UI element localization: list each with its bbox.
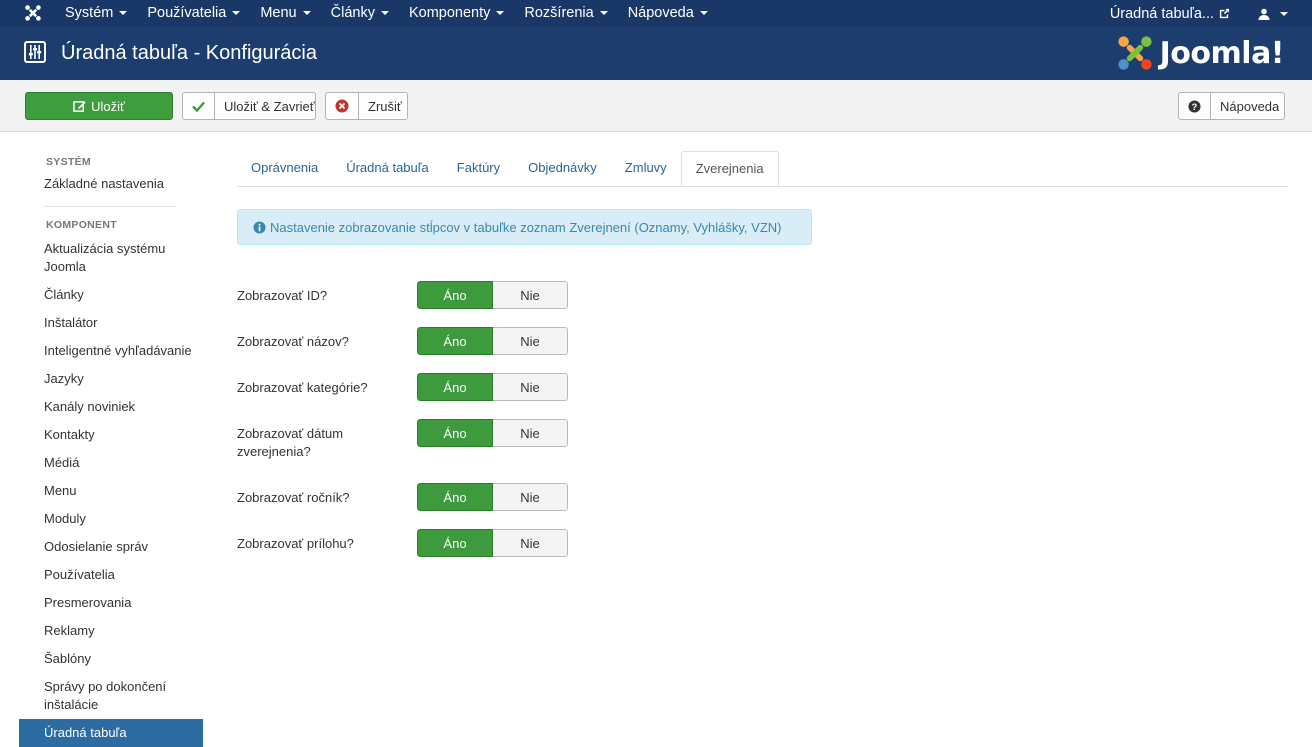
info-alert: Nastavenie zobrazovanie stĺpcov v tabuľk… — [237, 209, 812, 245]
sidebar-item-contacts[interactable]: Kontakty — [19, 421, 203, 449]
save-close-button[interactable]: Uložiť & Zavrieť — [182, 92, 316, 120]
show-id-yes-button[interactable]: Áno — [417, 281, 493, 309]
cancel-circle-icon — [335, 99, 349, 113]
tab-orders[interactable]: Objednávky — [514, 151, 611, 185]
field-label: Zobrazovať ročník? — [237, 490, 350, 505]
sidebar: SYSTÉM Základné nastavenia KOMPONENT Akt… — [19, 150, 203, 747]
sidebar-item-modules[interactable]: Moduly — [19, 505, 203, 533]
sidebar-divider — [44, 206, 176, 207]
tab-contracts[interactable]: Zmluvy — [611, 151, 681, 185]
sidebar-item-menus[interactable]: Menu — [19, 477, 203, 505]
caret-down-icon — [599, 11, 608, 16]
page-title: Úradná tabuľa - Konfigurácia — [61, 42, 317, 64]
show-title-yes-button[interactable]: Áno — [417, 327, 493, 355]
caret-down-icon — [380, 11, 389, 16]
field-label: Zobrazovať prílohu? — [237, 536, 354, 551]
show-title-toggle: Áno Nie — [417, 327, 568, 355]
show-year-toggle: Áno Nie — [417, 483, 568, 511]
menu-users[interactable]: Používatelia — [147, 0, 241, 27]
sidebar-item-banners[interactable]: Reklamy — [19, 617, 203, 645]
menu-help[interactable]: Nápoveda — [628, 0, 708, 27]
sidebar-item-uradna-tabula[interactable]: Úradná tabuľa — [19, 719, 203, 747]
help-button[interactable]: ? Nápoveda — [1178, 92, 1285, 120]
cancel-button[interactable]: Zrušiť — [325, 92, 408, 120]
field-label: Zobrazovať dátum zverejnenia? — [237, 426, 344, 459]
show-category-yes-button[interactable]: Áno — [417, 373, 493, 401]
show-category-no-button[interactable]: Nie — [493, 373, 568, 401]
menu-articles[interactable]: Články — [331, 0, 389, 27]
show-attachment-yes-button[interactable]: Áno — [417, 529, 493, 557]
show-publish-date-no-button[interactable]: Nie — [493, 419, 568, 447]
sidebar-item-languages[interactable]: Jazyky — [19, 365, 203, 393]
sidebar-item-articles[interactable]: Články — [19, 281, 203, 309]
save-button[interactable]: Uložiť — [25, 92, 173, 120]
tab-permissions[interactable]: Oprávnenia — [237, 151, 332, 185]
show-id-toggle: Áno Nie — [417, 281, 568, 309]
show-publish-date-toggle: Áno Nie — [417, 419, 568, 447]
caret-down-icon — [699, 11, 708, 16]
sidebar-heading-component: KOMPONENT — [46, 219, 117, 231]
show-category-toggle: Áno Nie — [417, 373, 568, 401]
menu-system[interactable]: Systém — [65, 0, 128, 27]
svg-text:?: ? — [1192, 101, 1198, 111]
show-id-no-button[interactable]: Nie — [493, 281, 568, 309]
top-navbar: Systém Používatelia Menu Články Komponen… — [0, 0, 1312, 27]
topnav-right: Úradná tabuľa... — [1110, 0, 1312, 27]
sidebar-item-templates[interactable]: Šablóny — [19, 645, 203, 673]
check-icon — [192, 101, 205, 112]
sidebar-item-newsfeeds[interactable]: Kanály noviniek — [19, 393, 203, 421]
show-year-yes-button[interactable]: Áno — [417, 483, 493, 511]
sidebar-item-global-config[interactable]: Základné nastavenia — [19, 170, 203, 198]
sidebar-item-postinstall[interactable]: Správy po dokončení inštalácie — [19, 673, 203, 719]
equalizer-icon — [24, 41, 46, 63]
question-icon: ? — [1188, 99, 1201, 113]
tab-uradna-tabula[interactable]: Úradná tabuľa — [332, 151, 443, 185]
sidebar-item-media[interactable]: Médiá — [19, 449, 203, 477]
show-attachment-no-button[interactable]: Nie — [493, 529, 568, 557]
joomla-logo: Joomla! — [1116, 34, 1285, 72]
menu-menus[interactable]: Menu — [260, 0, 311, 27]
sidebar-heading-system: SYSTÉM — [46, 156, 91, 168]
menu-extensions[interactable]: Rozšírenia — [524, 0, 608, 27]
site-link[interactable]: Úradná tabuľa... — [1110, 6, 1230, 22]
caret-down-icon — [232, 11, 241, 16]
show-attachment-toggle: Áno Nie — [417, 529, 568, 557]
menu-components[interactable]: Komponenty — [409, 0, 505, 27]
edit-icon — [73, 100, 86, 112]
toolbar: Uložiť Uložiť & Zavrieť Zrušiť ? Nápoved… — [0, 80, 1312, 132]
user-menu[interactable] — [1258, 8, 1288, 20]
user-icon — [1258, 8, 1270, 20]
info-alert-text: Nastavenie zobrazovanie stĺpcov v tabuľk… — [270, 219, 782, 235]
caret-down-icon — [119, 11, 128, 16]
field-label: Zobrazovať názov? — [237, 334, 349, 349]
caret-down-icon — [496, 11, 505, 16]
joomla-logo-icon — [1118, 36, 1152, 70]
field-label: Zobrazovať kategórie? — [237, 380, 368, 395]
sidebar-item-redirects[interactable]: Presmerovania — [19, 589, 203, 617]
sidebar-item-users[interactable]: Používatelia — [19, 561, 203, 589]
sidebar-item-smart-search[interactable]: Inteligentné vyhľadávanie — [19, 337, 203, 365]
title-bar: Úradná tabuľa - Konfigurácia Joomla! — [0, 27, 1312, 80]
field-label: Zobrazovať ID? — [237, 288, 328, 303]
joomla-mini-icon[interactable] — [24, 4, 42, 22]
tab-invoices[interactable]: Faktúry — [443, 151, 514, 185]
show-title-no-button[interactable]: Nie — [493, 327, 568, 355]
brand-name: Joomla! — [1159, 35, 1285, 71]
external-link-icon — [1219, 8, 1230, 19]
caret-down-icon — [302, 11, 311, 16]
sidebar-item-joomla-update[interactable]: Aktualizácia systému Joomla — [19, 235, 203, 281]
main-menu: Systém Používatelia Menu Články Komponen… — [65, 0, 728, 27]
sidebar-item-installer[interactable]: Inštalátor — [19, 309, 203, 337]
sidebar-item-messaging[interactable]: Odosielanie správ — [19, 533, 203, 561]
info-icon — [253, 220, 266, 234]
show-year-no-button[interactable]: Nie — [493, 483, 568, 511]
tab-publications[interactable]: Zverejnenia — [680, 151, 779, 186]
caret-down-icon — [1280, 11, 1288, 16]
config-tabs: Oprávnenia Úradná tabuľa Faktúry Objedná… — [237, 151, 1288, 187]
show-publish-date-yes-button[interactable]: Áno — [417, 419, 493, 447]
